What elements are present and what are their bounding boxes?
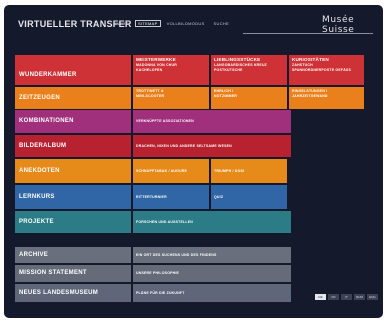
subpage-neues-landesmuseum-1[interactable]: PLÄNE FÜR DIE ZUKUNFT bbox=[133, 284, 291, 302]
section-label: PROJEKTE bbox=[19, 218, 54, 225]
section-zeitzeugen[interactable]: ZEITZEUGEN bbox=[15, 87, 131, 109]
subpage-kombinationen-1[interactable]: VERKNÜPFTE ASSOZIATIONEN bbox=[133, 110, 291, 133]
section-projekte[interactable]: PROJEKTE bbox=[15, 211, 131, 233]
museum-logo[interactable]: Musée Suisse bbox=[322, 15, 383, 35]
subpage-zeitzeugen-2[interactable]: EHRLICH / NOTZIMMER bbox=[211, 87, 287, 109]
subpage-mission-statement-1[interactable]: UNSERE PHILOSOPHIE bbox=[133, 265, 291, 282]
section-label: ARCHIVE bbox=[19, 251, 49, 258]
language-rum-button[interactable]: RUM bbox=[354, 294, 365, 300]
row-projekte: PROJEKTE FORSCHEN UND AUSSTELLEN bbox=[15, 211, 291, 233]
subpage-wunderkammer-3[interactable]: KURIOSITÄTEN ZAHSTUCH SPANNORDNERPOSTE GEF… bbox=[289, 55, 364, 85]
subpage-archive-1[interactable]: EIN ORT DES SUCHENS UND DES FINDENS bbox=[133, 247, 291, 263]
section-lernkurs[interactable]: LERNKURS bbox=[15, 185, 131, 209]
subpage-text: NOTZIMMER bbox=[214, 93, 237, 98]
subpage-text: POSTKUTSCHE bbox=[214, 67, 243, 72]
subpage-zeitzeugen-1[interactable]: TROTTINETT & MINI-SCOOTER bbox=[133, 87, 209, 109]
row-anekdoten: ANEKDOTEN SCHNUPFTABAK / AUGURE TRIUMPH / … bbox=[15, 159, 287, 183]
section-anekdoten[interactable]: ANEKDOTEN bbox=[15, 159, 131, 183]
subpage-text: JAHRZEITGEWAND bbox=[292, 93, 328, 98]
row-neues-landesmuseum: NEUES LANDESMUSEUM PLÄNE FÜR DIE ZUKUNFT bbox=[15, 284, 291, 302]
row-kombinationen: KOMBINATIONEN VERKNÜPFTE ASSOZIATIONEN bbox=[15, 110, 291, 133]
section-mission-statement[interactable]: MISSION STATEMENT bbox=[15, 265, 131, 282]
row-wunderkammer: WUNDERKAMMER MEISTERWERKE MADONNA VON CHUR… bbox=[15, 55, 364, 85]
site-frame: VIRTUELLER TRANSFER INTRO SITEMAP VOLLBI… bbox=[4, 5, 383, 318]
subpage-text: SCHNUPFTABAK / AUGURE bbox=[136, 168, 188, 173]
subpage-bilderalbum-1[interactable]: DRACHEN, NIXEN UND ANDERE SELTSAME WESEN bbox=[133, 135, 291, 157]
section-kombinationen[interactable]: KOMBINATIONEN bbox=[15, 110, 131, 133]
subpage-text: SPANNORDNERPOSTE GEFÄSS bbox=[292, 67, 351, 72]
section-label: ANEKDOTEN bbox=[19, 167, 60, 174]
section-label: KOMBINATIONEN bbox=[19, 118, 74, 124]
row-mission-statement: MISSION STATEMENT UNSERE PHILOSOPHIE bbox=[15, 265, 291, 282]
section-bilderalbum[interactable]: BILDERALBUM bbox=[15, 135, 131, 157]
row-bilderalbum: BILDERALBUM DRACHEN, NIXEN UND ANDERE SEL… bbox=[15, 135, 291, 157]
subpage-text: QUIZ bbox=[214, 194, 224, 199]
section-label: BILDERALBUM bbox=[19, 142, 67, 149]
subpage-zeitzeugen-3[interactable]: RINGELSTUNGEN / JAHRZEITGEWAND bbox=[289, 87, 364, 109]
subpage-lernkurs-2[interactable]: QUIZ bbox=[211, 185, 287, 209]
top-nav: INTRO SITEMAP VOLLBILDMODUS SUCHE bbox=[112, 20, 232, 27]
section-label: MISSION STATEMENT bbox=[19, 270, 87, 276]
language-fr-button[interactable]: FR bbox=[328, 294, 339, 300]
nav-intro[interactable]: INTRO bbox=[112, 20, 132, 27]
subpage-text: UNSERE PHILOSOPHIE bbox=[136, 271, 180, 276]
row-lernkurs: LERNKURS RITTERTURNIER QUIZ bbox=[15, 185, 287, 209]
section-label: ZEITZEUGEN bbox=[19, 94, 61, 101]
subpage-lernkurs-1[interactable]: RITTERTURNIER bbox=[133, 185, 209, 209]
row-archive: ARCHIVE EIN ORT DES SUCHENS UND DES FINDE… bbox=[15, 247, 291, 263]
language-eng-button[interactable]: ENG bbox=[367, 294, 378, 300]
subpage-projekte-1[interactable]: FORSCHEN UND AUSSTELLEN bbox=[133, 211, 291, 233]
subpage-anekdoten-1[interactable]: SCHNUPFTABAK / AUGURE bbox=[133, 159, 209, 183]
section-neues-landesmuseum[interactable]: NEUES LANDESMUSEUM bbox=[15, 284, 131, 302]
row-zeitzeugen: ZEITZEUGEN TROTTINETT & MINI-SCOOTER EHRLIC… bbox=[15, 87, 364, 109]
header-divider bbox=[243, 33, 373, 34]
language-de-button[interactable]: DE bbox=[315, 294, 326, 300]
section-archive[interactable]: ARCHIVE bbox=[15, 247, 131, 263]
subpage-wunderkammer-1[interactable]: MEISTERWERKE MADONNA VON CHUR KACHELOFEN bbox=[133, 55, 209, 85]
section-wunderkammer[interactable]: WUNDERKAMMER bbox=[15, 55, 131, 85]
subpage-text: PLÄNE FÜR DIE ZUKUNFT bbox=[136, 290, 185, 295]
subpage-text: TRIUMPH / DOSI bbox=[214, 168, 245, 173]
nav-sitemap[interactable]: SITEMAP bbox=[134, 20, 161, 27]
section-label: NEUES LANDESMUSEUM bbox=[19, 289, 99, 296]
subpage-anekdoten-2[interactable]: TRIUMPH / DOSI bbox=[211, 159, 287, 183]
language-pager: DE FR IT RUM ENG bbox=[315, 294, 378, 300]
subpage-text: FORSCHEN UND AUSSTELLEN bbox=[136, 219, 193, 224]
subpage-text: MINI-SCOOTER bbox=[136, 93, 165, 98]
subpage-text: RITTERTURNIER bbox=[136, 194, 167, 199]
subpage-wunderkammer-2[interactable]: LIEBLINGSSTÜCKE LANGOBARDISCHES KREUZ POST… bbox=[211, 55, 287, 85]
language-it-button[interactable]: IT bbox=[341, 294, 352, 300]
nav-vollbildmodus[interactable]: VOLLBILDMODUS bbox=[164, 20, 208, 27]
nav-suche[interactable]: SUCHE bbox=[211, 20, 233, 27]
subpage-text: EIN ORT DES SUCHENS UND DES FINDENS bbox=[136, 252, 217, 257]
section-label: WUNDERKAMMER bbox=[19, 72, 77, 78]
subpage-text: VERKNÜPFTE ASSOZIATIONEN bbox=[136, 119, 194, 124]
subpage-text: DRACHEN, NIXEN UND ANDERE SELTSAME WESEN bbox=[136, 143, 232, 148]
section-label: LERNKURS bbox=[19, 193, 55, 200]
subpage-text: KACHELOFEN bbox=[136, 67, 163, 72]
